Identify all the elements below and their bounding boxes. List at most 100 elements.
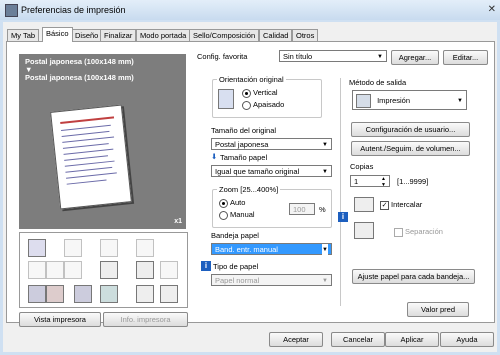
zoom-group: Zoom [25...400%] Auto Manual 100 % [212,185,332,228]
copies-value: 1 [354,177,359,186]
favorite-config-select[interactable]: Sin título ▼ [279,50,387,62]
list-icon [136,285,154,303]
paper-tray-label: Bandeja papel [211,231,259,240]
landscape-label: Apaisado [253,100,285,109]
ok-button[interactable]: Aceptar [269,332,323,347]
paper-tray-select[interactable]: Band. entr. manual ▼ [211,243,332,256]
output-tray-icon [28,239,46,257]
output-method-value: Impresión [377,96,411,105]
separation-label: Separación [405,227,443,236]
page-preview-image [50,104,132,210]
cancel-button[interactable]: Cancelar [331,332,385,347]
chevron-down-icon: ▼ [377,54,383,60]
tab-sello-composicion[interactable]: Sello/Composición [189,29,260,41]
paper-preview: Postal japonesa (100x148 mm) ▼ Postal ja… [19,54,186,229]
page-header-line [60,116,115,125]
printer-info-button[interactable]: Info. impresora [103,312,188,327]
paper-type-select[interactable]: Papel normal ▼ [211,274,332,286]
radio-zoom-manual[interactable] [219,211,228,220]
separation-pages-icon [354,222,374,239]
radio-zoom-auto[interactable] [219,199,228,208]
authentication-button[interactable]: Autent./Seguim. de volumen... [351,141,470,156]
copy-icon [136,239,154,257]
settings-doc-icon [160,285,178,303]
dialog-client: My Tab Básico Diseño Finalizar Modo port… [3,22,497,352]
radio-portrait[interactable] [242,89,251,98]
edit-button[interactable]: Editar... [443,50,488,65]
collate-label: Intercalar [391,200,423,209]
tab-diseno[interactable]: Diseño [71,29,103,41]
page-text-line [61,124,111,131]
booklet-icon [100,239,118,257]
info-icon[interactable]: i [338,212,348,222]
help-button[interactable]: Ayuda [440,332,494,347]
zoom-value: 100 [293,205,306,214]
info-icon[interactable]: i [201,261,211,271]
output-method-select[interactable]: Impresión ▼ [352,90,467,110]
page-text-line [64,155,109,161]
copies-label: Copias [350,162,374,171]
tab-basico[interactable]: Básico [42,27,73,42]
spinner-icon[interactable]: ▲ ▼ [381,176,386,188]
fold-icon [64,261,82,279]
tab-finalizar[interactable]: Finalizar [100,29,137,41]
close-icon[interactable]: ✕ [488,4,496,15]
page-text-line [64,160,115,167]
add-button[interactable]: Agregar... [391,50,439,65]
document-icon [136,261,154,279]
zoom-unit: % [319,205,326,214]
duplex-icon [64,239,82,257]
user-icon [74,285,92,303]
tab-otros[interactable]: Otros [292,29,319,41]
collate-checkbox[interactable]: ✓ [380,201,389,210]
default-value-button[interactable]: Valor pred [407,302,469,317]
zoom-title: Zoom [25...400%] [217,185,281,194]
chevron-down-icon: ▼ [322,169,328,175]
page-text-line [63,148,114,155]
collate-pages-icon [354,197,374,212]
chevron-down-icon: ▼ [322,278,328,284]
output-method-label: Método de salida [349,78,407,87]
page-text-line [66,172,117,179]
adjust-paper-button[interactable]: Ajuste papel para cada bandeja... [352,269,475,284]
tab-calidad[interactable]: Calidad [259,29,293,41]
apply-button[interactable]: Aplicar [385,332,439,347]
basic-tab-panel: Postal japonesa (100x148 mm) ▼ Postal ja… [6,41,495,327]
feature-icons-panel [19,232,188,308]
zoom-manual-label: Manual [230,210,255,219]
page-text-line [62,143,109,149]
printer-view-button[interactable]: Vista impresora [19,312,101,327]
paper-size-label: Tamaño papel [220,153,268,162]
page-text-line [61,130,110,137]
window-title: Preferencias de impresión [21,5,126,15]
favorite-config-value: Sin título [283,52,313,61]
radio-landscape[interactable] [242,101,251,110]
tab-my-tab[interactable]: My Tab [7,29,40,41]
preview-original-size: Postal japonesa (100x148 mm) [25,57,134,66]
chevron-down-icon: ▼ [322,244,328,256]
separation-checkbox[interactable] [394,228,403,237]
paper-type-value: Papel normal [215,276,260,285]
user-settings-button[interactable]: Configuración de usuario... [351,122,470,137]
account-icon [100,285,118,303]
column-divider [340,78,341,306]
punch-icon [46,261,64,279]
staple-icon [28,261,46,279]
print-output-icon [356,94,371,109]
chevron-down-icon: ▼ [322,142,328,148]
orientation-group: Orientación original Vertical Apaisado [212,75,322,118]
zoom-value-input[interactable]: 100 [289,203,315,215]
copies-input[interactable]: 1 ▲ ▼ [350,175,390,188]
cover-icon [46,285,64,303]
paper-size-select[interactable]: Igual que tamaño original ▼ [211,165,332,177]
portrait-label: Vertical [253,88,278,97]
tab-modo-portada[interactable]: Modo portada [136,29,191,41]
print-preferences-window: Preferencias de impresión ✕ My Tab Básic… [0,0,500,355]
paper-size-value: Igual que tamaño original [215,167,300,176]
secure-print-icon [160,261,178,279]
paper-tray-value: Band. entr. manual [215,245,278,254]
portrait-page-icon [218,89,234,109]
paper-type-label: Tipo de papel [213,262,259,271]
copies-range: [1...9999] [397,177,429,186]
original-size-select[interactable]: Postal japonesa ▼ [211,138,332,150]
